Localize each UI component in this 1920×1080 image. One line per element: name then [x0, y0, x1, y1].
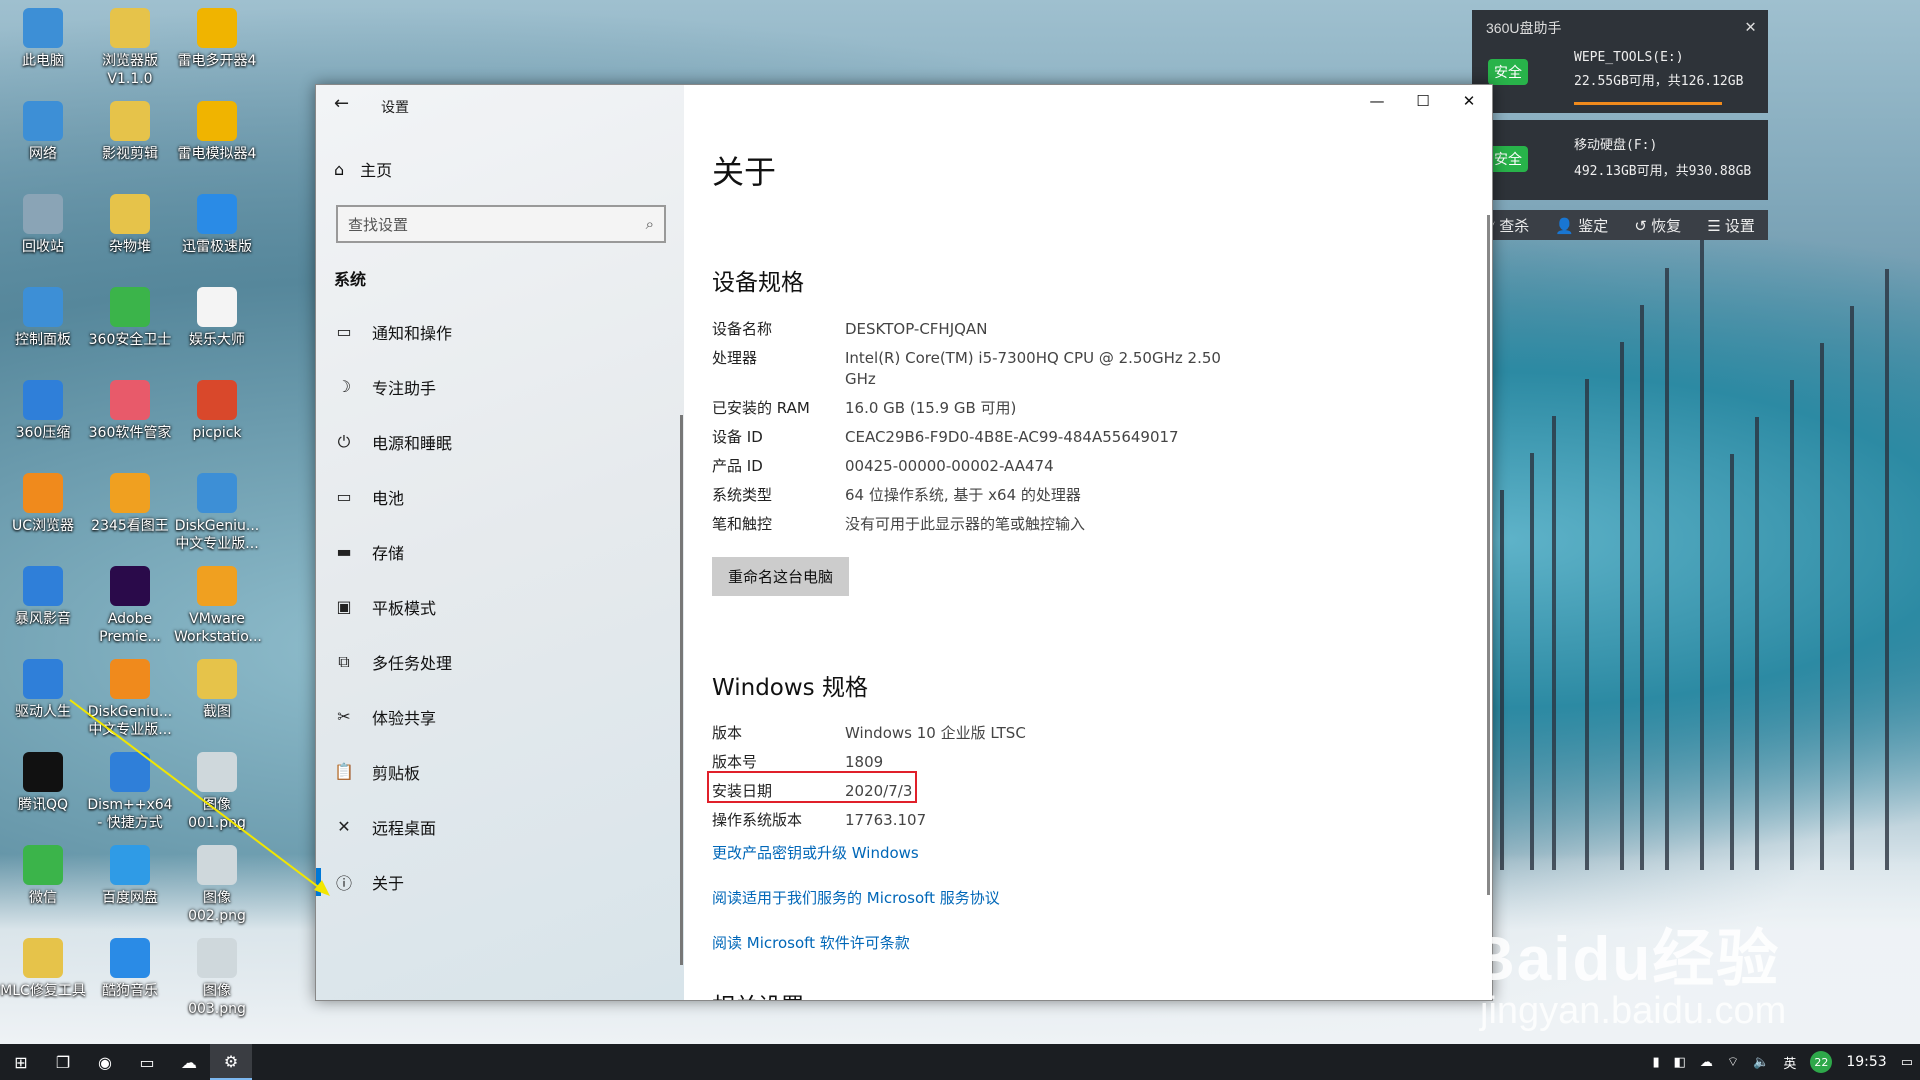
wechat-icon[interactable]: ☁: [168, 1044, 210, 1080]
settings-gear-icon[interactable]: ⚙: [210, 1044, 252, 1080]
ime-indicator[interactable]: 英: [1783, 1053, 1796, 1072]
task-view-icon[interactable]: ❐: [42, 1044, 84, 1080]
notification-count-badge[interactable]: 22: [1810, 1051, 1833, 1073]
wechat-tray-icon[interactable]: ☁: [1700, 1055, 1713, 1070]
windows-start-icon[interactable]: ⊞: [0, 1044, 42, 1080]
watermark-url: jingyan.baidu.com: [1480, 990, 1787, 1032]
taskbar: ⊞ ❐ ◉ ▭ ☁ ⚙ ▮ ◧ ☁ ⌔ 🔈 英 22 19:53 ▭: [0, 1044, 1920, 1080]
terminal-icon[interactable]: ▭: [126, 1044, 168, 1080]
system-tray: ▮ ◧ ☁ ⌔ 🔈 英 22 19:53 ▭: [1645, 1051, 1920, 1073]
volume-icon[interactable]: 🔈: [1753, 1055, 1769, 1070]
wifi-icon[interactable]: ⌔: [1727, 1054, 1739, 1070]
tray-app-icon[interactable]: ◧: [1674, 1055, 1686, 1070]
battery-tray-icon[interactable]: ▮: [1652, 1055, 1659, 1070]
browser-icon[interactable]: ◉: [84, 1044, 126, 1080]
watermark-brand: Baidu经验: [1470, 925, 1781, 994]
clock[interactable]: 19:53: [1846, 1054, 1886, 1070]
action-center-icon[interactable]: ▭: [1901, 1055, 1913, 1070]
